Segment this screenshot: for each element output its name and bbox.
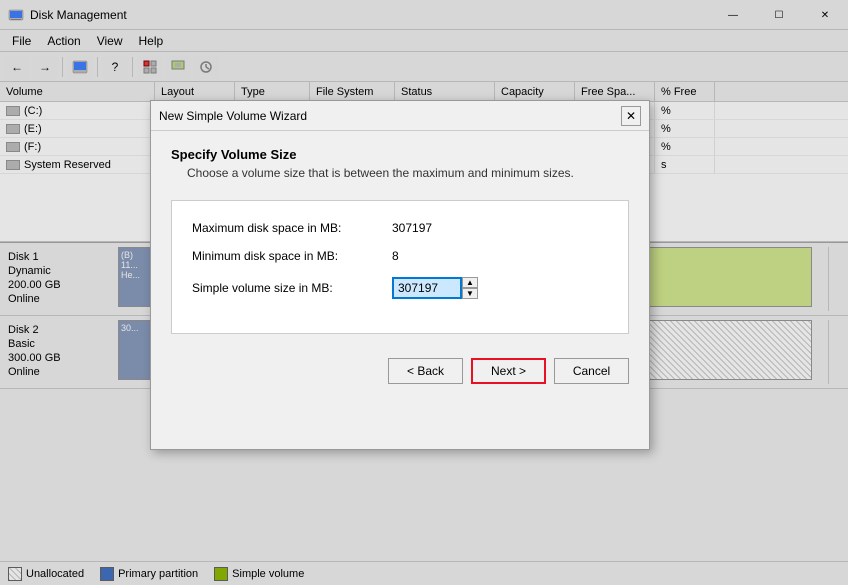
modal-title-bar: New Simple Volume Wizard ✕ bbox=[151, 101, 649, 131]
cancel-button[interactable]: Cancel bbox=[554, 358, 629, 384]
form-row-size: Simple volume size in MB: ▲ ▼ bbox=[192, 277, 608, 299]
spinner-buttons: ▲ ▼ bbox=[462, 277, 478, 299]
field-min-value: 8 bbox=[392, 249, 399, 263]
volume-size-input[interactable] bbox=[392, 277, 462, 299]
form-row-min: Minimum disk space in MB: 8 bbox=[192, 249, 608, 263]
field-min-label: Minimum disk space in MB: bbox=[192, 249, 392, 263]
wizard-modal: New Simple Volume Wizard ✕ Specify Volum… bbox=[150, 100, 650, 450]
next-button[interactable]: Next > bbox=[471, 358, 546, 384]
field-size-label: Simple volume size in MB: bbox=[192, 281, 392, 295]
wizard-title: Specify Volume Size bbox=[171, 147, 629, 162]
field-max-value: 307197 bbox=[392, 221, 432, 235]
spinner-down[interactable]: ▼ bbox=[462, 288, 478, 299]
back-button[interactable]: < Back bbox=[388, 358, 463, 384]
modal-title: New Simple Volume Wizard bbox=[159, 109, 621, 123]
wizard-body: Maximum disk space in MB: 307197 Minimum… bbox=[171, 200, 629, 334]
modal-overlay: New Simple Volume Wizard ✕ Specify Volum… bbox=[0, 0, 848, 585]
modal-footer: < Back Next > Cancel bbox=[171, 350, 629, 388]
form-row-max: Maximum disk space in MB: 307197 bbox=[192, 221, 608, 235]
wizard-header: Specify Volume Size Choose a volume size… bbox=[171, 147, 629, 180]
modal-content: Specify Volume Size Choose a volume size… bbox=[151, 131, 649, 404]
field-max-label: Maximum disk space in MB: bbox=[192, 221, 392, 235]
wizard-subtitle: Choose a volume size that is between the… bbox=[187, 166, 629, 180]
modal-close-button[interactable]: ✕ bbox=[621, 106, 641, 126]
spinner-up[interactable]: ▲ bbox=[462, 277, 478, 288]
volume-size-spinner: ▲ ▼ bbox=[392, 277, 478, 299]
